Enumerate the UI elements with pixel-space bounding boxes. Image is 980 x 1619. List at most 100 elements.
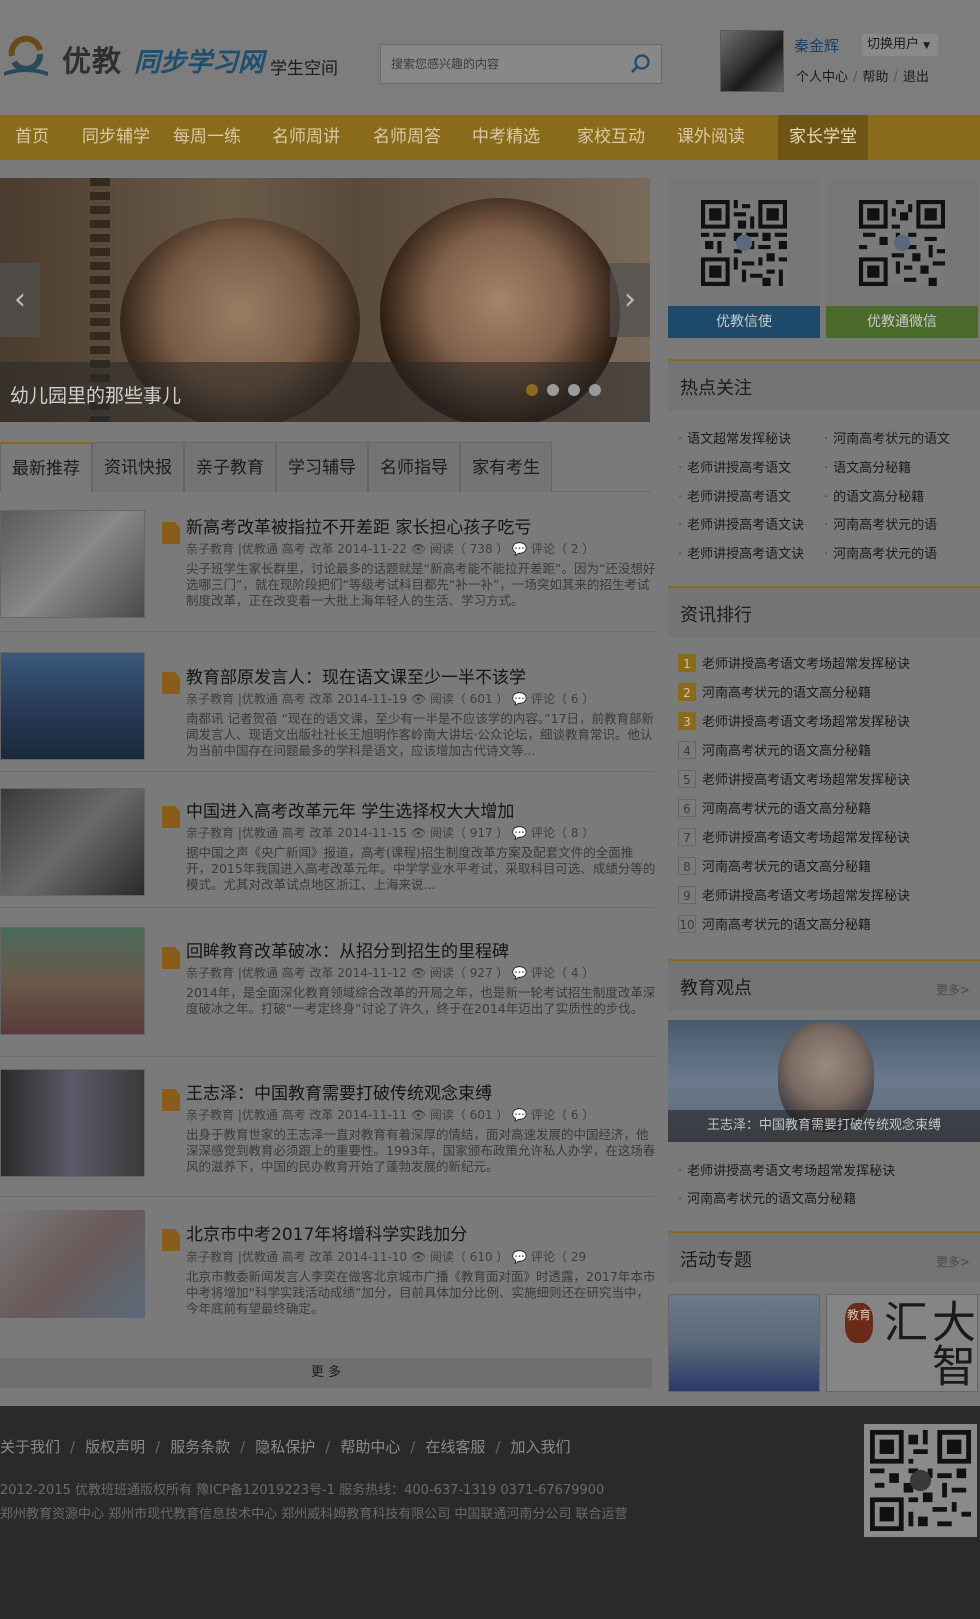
opinion-link[interactable]: 河南高考状元的语文高分秘籍 xyxy=(678,1188,856,1207)
ranking-item[interactable]: 1 老师讲授高考语文考场超常发挥秘诀 xyxy=(678,653,910,672)
activity-more-link[interactable]: 更多> xyxy=(936,1253,970,1270)
avatar[interactable] xyxy=(720,30,784,92)
rank-number: 8 xyxy=(678,857,696,875)
ranking-link[interactable]: 老师讲授高考语文考场超常发挥秘诀 xyxy=(702,831,910,846)
banner-carousel[interactable]: ‹ › 幼儿园里的那些事儿 xyxy=(0,178,650,422)
tab-latest[interactable]: 最新推荐 xyxy=(0,442,92,492)
nav-exam-selection[interactable]: 中考精选 xyxy=(462,115,550,160)
article-item: 教育部原发言人：现在语文课至少一半不该学 亲子教育 |优教通 高考 改革 201… xyxy=(0,652,655,772)
ranking-item[interactable]: 2 河南高考状元的语文高分秘籍 xyxy=(678,682,871,701)
article-thumbnail[interactable] xyxy=(0,1210,145,1318)
hot-topic-link[interactable]: 河南高考状元的语 xyxy=(824,543,937,562)
banner-caption-bar: 幼儿园里的那些事儿 xyxy=(0,362,650,422)
article-thumbnail[interactable] xyxy=(0,788,145,896)
logo-brand[interactable]: 同步学习网 xyxy=(134,42,264,79)
nav-teacher-answers[interactable]: 名师周答 xyxy=(363,115,451,160)
logo-text[interactable]: 优教 xyxy=(62,38,122,80)
article-title[interactable]: 北京市中考2017年将增科学实践加分 xyxy=(186,1220,467,1245)
banner-title[interactable]: 幼儿园里的那些事儿 xyxy=(10,381,181,408)
ranking-link[interactable]: 河南高考状元的语文高分秘籍 xyxy=(702,686,871,701)
carousel-next-button[interactable]: › xyxy=(610,263,650,337)
footer-help-link[interactable]: 帮助中心 xyxy=(340,1438,400,1456)
logo-icon[interactable] xyxy=(4,32,48,78)
carousel-prev-button[interactable]: ‹ xyxy=(0,263,40,337)
carousel-dot[interactable] xyxy=(547,384,559,396)
footer-copyright-link[interactable]: 版权声明 xyxy=(85,1438,145,1456)
tab-parenting[interactable]: 亲子教育 xyxy=(184,442,276,492)
nav-extra-reading[interactable]: 课外阅读 xyxy=(667,115,755,160)
nav-sync-tutoring[interactable]: 同步辅学 xyxy=(72,115,160,160)
article-thumbnail[interactable] xyxy=(0,510,145,618)
ranking-link[interactable]: 河南高考状元的语文高分秘籍 xyxy=(702,918,871,933)
hot-topic-link[interactable]: 老师讲授高考语文 xyxy=(678,486,791,505)
logout-link[interactable]: 退出 xyxy=(903,70,929,85)
ranking-link[interactable]: 河南高考状元的语文高分秘籍 xyxy=(702,860,871,875)
rank-number: 4 xyxy=(678,741,696,759)
article-title[interactable]: 中国进入高考改革元年 学生选择权大大增加 xyxy=(186,797,514,822)
activity-image-wisdom[interactable]: 教育 大智汇 xyxy=(826,1294,978,1392)
article-title[interactable]: 教育部原发言人：现在语文课至少一半不该学 xyxy=(186,663,526,688)
tab-examinees[interactable]: 家有考生 xyxy=(460,442,552,492)
activity-image-students[interactable] xyxy=(668,1294,820,1392)
ranking-item[interactable]: 3 老师讲授高考语文考场超常发挥秘诀 xyxy=(678,711,910,730)
ranking-item[interactable]: 8 河南高考状元的语文高分秘籍 xyxy=(678,856,871,875)
tab-study-help[interactable]: 学习辅导 xyxy=(276,442,368,492)
nav-parent-school[interactable]: 家长学堂 xyxy=(778,115,868,160)
carousel-dot[interactable] xyxy=(568,384,580,396)
carousel-dot[interactable] xyxy=(526,384,538,396)
hot-topic-link[interactable]: 河南高考状元的语 xyxy=(824,514,937,533)
nav-teacher-lectures[interactable]: 名师周讲 xyxy=(262,115,350,160)
opinion-image[interactable]: 王志泽：中国教育需要打破传统观念束缚 xyxy=(668,1020,980,1142)
qr-label-wechat[interactable]: 优教通微信 xyxy=(826,306,978,338)
article-thumbnail[interactable] xyxy=(0,1069,145,1177)
opinion-caption[interactable]: 王志泽：中国教育需要打破传统观念束缚 xyxy=(668,1110,980,1142)
hot-topic-link[interactable]: 老师讲授高考语文 xyxy=(678,457,791,476)
tab-news[interactable]: 资讯快报 xyxy=(92,442,184,492)
ranking-link[interactable]: 老师讲授高考语文考场超常发挥秘诀 xyxy=(702,773,910,788)
switch-user-dropdown[interactable]: 切换用户 ▼ xyxy=(862,34,938,56)
document-icon xyxy=(162,1229,180,1251)
ranking-item[interactable]: 9 老师讲授高考语文考场超常发挥秘诀 xyxy=(678,885,910,904)
hot-topic-link[interactable]: 语文超常发挥秘诀 xyxy=(678,428,791,447)
hot-topic-link[interactable]: 的语文高分秘籍 xyxy=(824,486,924,505)
carousel-dot[interactable] xyxy=(589,384,601,396)
nav-weekly-practice[interactable]: 每周一练 xyxy=(163,115,251,160)
ranking-item[interactable]: 10 河南高考状元的语文高分秘籍 xyxy=(678,914,871,933)
hot-topic-link[interactable]: 河南高考状元的语文 xyxy=(824,428,950,447)
ranking-link[interactable]: 老师讲授高考语文考场超常发挥秘诀 xyxy=(702,715,910,730)
ranking-item[interactable]: 7 老师讲授高考语文考场超常发挥秘诀 xyxy=(678,827,910,846)
footer-join-link[interactable]: 加入我们 xyxy=(510,1438,570,1456)
footer-service-link[interactable]: 在线客服 xyxy=(425,1438,485,1456)
help-link[interactable]: 帮助 xyxy=(862,70,888,85)
nav-home[interactable]: 首页 xyxy=(0,115,64,160)
article-item: 新高考改革被指拉不开差距 家长担心孩子吃亏 亲子教育 |优教通 高考 改革 20… xyxy=(0,510,655,632)
ranking-link[interactable]: 老师讲授高考语文考场超常发挥秘诀 xyxy=(702,889,910,904)
ranking-link[interactable]: 河南高考状元的语文高分秘籍 xyxy=(702,744,871,759)
personal-center-link[interactable]: 个人中心 xyxy=(796,70,848,85)
article-title[interactable]: 回眸教育改革破冰：从招分到招生的里程碑 xyxy=(186,937,509,962)
ranking-link[interactable]: 老师讲授高考语文考场超常发挥秘诀 xyxy=(702,657,910,672)
footer-terms-link[interactable]: 服务条款 xyxy=(170,1438,230,1456)
ranking-link[interactable]: 河南高考状元的语文高分秘籍 xyxy=(702,802,871,817)
hot-topic-link[interactable]: 老师讲授高考语文诀 xyxy=(678,543,804,562)
tab-teacher-guide[interactable]: 名师指导 xyxy=(368,442,460,492)
hot-topic-link[interactable]: 老师讲授高考语文诀 xyxy=(678,514,804,533)
article-thumbnail[interactable] xyxy=(0,652,145,760)
ranking-item[interactable]: 4 河南高考状元的语文高分秘籍 xyxy=(678,740,871,759)
article-title[interactable]: 新高考改革被指拉不开差距 家长担心孩子吃亏 xyxy=(186,513,531,538)
opinion-more-link[interactable]: 更多> xyxy=(936,981,970,998)
search-input[interactable] xyxy=(381,45,616,83)
article-thumbnail[interactable] xyxy=(0,927,145,1035)
footer-about-link[interactable]: 关于我们 xyxy=(0,1438,60,1456)
footer-privacy-link[interactable]: 隐私保护 xyxy=(255,1438,315,1456)
hot-topic-link[interactable]: 语文高分秘籍 xyxy=(824,457,911,476)
load-more-button[interactable]: 更 多 xyxy=(0,1358,652,1388)
ranking-item[interactable]: 5 老师讲授高考语文考场超常发挥秘诀 xyxy=(678,769,910,788)
nav-home-school[interactable]: 家校互动 xyxy=(567,115,655,160)
article-title[interactable]: 王志泽：中国教育需要打破传统观念束缚 xyxy=(186,1079,492,1104)
search-icon[interactable] xyxy=(629,53,651,75)
ranking-item[interactable]: 6 河南高考状元的语文高分秘籍 xyxy=(678,798,871,817)
user-name-link[interactable]: 秦金辉 xyxy=(794,35,839,56)
qr-label-messenger[interactable]: 优教信使 xyxy=(668,306,820,338)
opinion-link[interactable]: 老师讲授高考语文考场超常发挥秘诀 xyxy=(678,1160,895,1179)
